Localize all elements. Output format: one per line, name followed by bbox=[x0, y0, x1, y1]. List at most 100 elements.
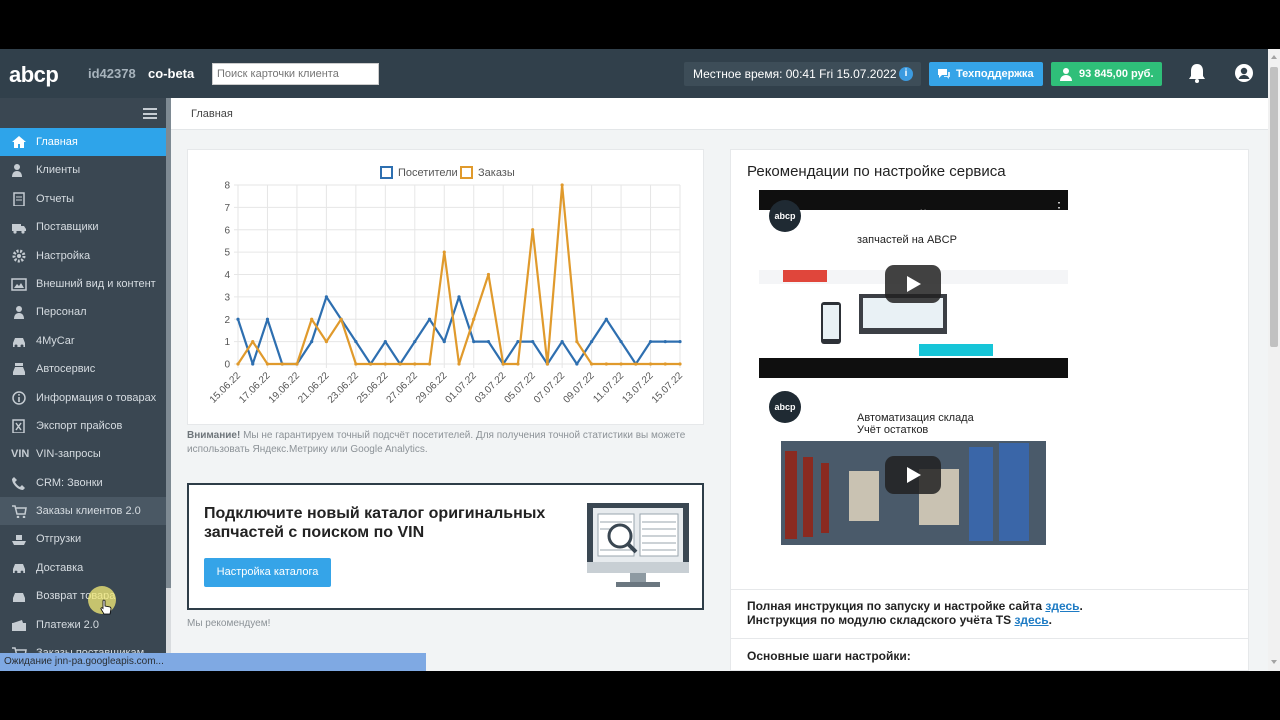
channel-avatar-2[interactable]: abcp bbox=[769, 391, 801, 423]
autoservice-icon bbox=[13, 363, 25, 376]
data-point bbox=[354, 340, 358, 344]
local-time-text: Местное время: 00:41 Fri 15.07.2022 bbox=[693, 67, 897, 81]
data-point bbox=[678, 362, 682, 366]
sidebar-item-9[interactable]: Автосервис bbox=[0, 355, 166, 383]
stats-warning: Внимание! Мы не гарантируем точный подсч… bbox=[187, 429, 704, 457]
visitors-orders-chart: 0 1 2 3 4 5 6 7 8 15.06.2217.06.2219.06.2221.06.2… bbox=[208, 166, 686, 406]
data-point bbox=[427, 317, 432, 321]
bell-icon[interactable] bbox=[1186, 62, 1208, 84]
logo[interactable]: abcp bbox=[9, 62, 59, 88]
data-point bbox=[265, 317, 270, 321]
data-point bbox=[457, 295, 461, 299]
sidebar-scroll-thumb[interactable] bbox=[166, 98, 171, 588]
more-options-icon[interactable]: ⋮ bbox=[1052, 200, 1066, 214]
y-tick-label: 1 bbox=[224, 337, 230, 348]
x-tick-label: 15.06.22 bbox=[208, 370, 244, 406]
sidebar-item-2[interactable]: Клиенты bbox=[0, 156, 166, 184]
data-point bbox=[251, 362, 255, 366]
sidebar-item-7[interactable]: Персонал bbox=[0, 298, 166, 326]
catalog-settings-button[interactable]: Настройка каталога bbox=[204, 558, 331, 587]
sidebar-item-1[interactable]: Главная bbox=[0, 128, 166, 157]
data-point bbox=[648, 362, 653, 366]
browser-status-bar: Ожидание jnn-pa.googleapis.com... bbox=[0, 653, 426, 671]
instr-ts: Инструкция по модулю складского учёта TS bbox=[747, 613, 1012, 627]
data-point bbox=[324, 340, 328, 344]
data-point bbox=[590, 362, 594, 366]
excel-icon bbox=[12, 419, 25, 433]
sidebar-item-10[interactable]: Информация о товарах bbox=[0, 384, 166, 412]
scroll-down-icon[interactable] bbox=[1271, 660, 1277, 664]
instr-site-link[interactable]: здесь bbox=[1045, 599, 1079, 613]
sidebar-item-8[interactable]: 4MyCar bbox=[0, 327, 166, 355]
sidebar-item-16[interactable]: Доставка bbox=[0, 554, 166, 582]
payments-icon bbox=[12, 619, 26, 631]
sidebar-item-15[interactable]: Отгрузки bbox=[0, 525, 166, 553]
recommendations-title: Рекомендации по настройке сервиса bbox=[747, 163, 1006, 180]
scroll-up-icon[interactable] bbox=[1271, 55, 1277, 59]
data-point bbox=[413, 340, 417, 344]
sidebar-item-17[interactable]: Возврат товара bbox=[0, 582, 166, 610]
sidebar-item-label: Настройка bbox=[36, 249, 91, 262]
legend-swatch-2 bbox=[460, 166, 473, 179]
data-point bbox=[604, 362, 608, 366]
y-tick-label: 7 bbox=[224, 203, 230, 214]
x-tick-label: 21.06.22 bbox=[296, 370, 332, 406]
sidebar-item-14[interactable]: Заказы клиентов 2.0 bbox=[0, 497, 166, 526]
account-icon[interactable] bbox=[1234, 63, 1254, 83]
x-tick-label: 15.07.22 bbox=[650, 370, 686, 406]
data-point bbox=[516, 340, 520, 344]
instr-ts-link[interactable]: здесь bbox=[1014, 613, 1048, 627]
divider bbox=[731, 638, 1248, 639]
data-point bbox=[472, 317, 476, 321]
page-scrollbar[interactable] bbox=[1268, 49, 1280, 671]
play-icon[interactable] bbox=[885, 265, 941, 303]
sidebar-scrollbar[interactable] bbox=[166, 98, 171, 671]
balance-button[interactable]: 93 845,00 руб. bbox=[1051, 62, 1162, 86]
data-point bbox=[398, 362, 402, 366]
video-player-2[interactable]: abcp ABCP TS Автоматизация ск... Автомат… bbox=[759, 381, 1068, 569]
data-point bbox=[413, 362, 417, 366]
data-point bbox=[324, 295, 328, 299]
data-point bbox=[663, 340, 667, 344]
visitors-chart-panel: 0 1 2 3 4 5 6 7 8 15.06.22 17.06.22 19.06.22 21.06.2… bbox=[187, 149, 704, 425]
sidebar-item-13[interactable]: CRM: Звонки bbox=[0, 469, 166, 497]
support-label: Техподдержка bbox=[956, 68, 1034, 80]
sidebar-item-label: Клиенты bbox=[36, 164, 81, 177]
info-icon[interactable]: i bbox=[899, 67, 913, 81]
x-tick-label: 07.07.22 bbox=[532, 370, 568, 406]
sidebar-item-12[interactable]: VIN VIN-запросы bbox=[0, 440, 166, 468]
video-title-1[interactable]: Как запустить сайт по прод... bbox=[811, 207, 1036, 223]
scrollbar-thumb[interactable] bbox=[1270, 67, 1278, 347]
play-icon[interactable] bbox=[885, 456, 941, 494]
data-point bbox=[678, 340, 682, 344]
sidebar-item-3[interactable]: Отчеты bbox=[0, 185, 166, 213]
data-point bbox=[545, 362, 549, 366]
data-point bbox=[560, 183, 564, 187]
sidebar-item-5[interactable]: Настройка bbox=[0, 242, 166, 270]
support-button[interactable]: Техподдержка bbox=[929, 62, 1043, 86]
breadcrumb[interactable]: Главная bbox=[171, 98, 1268, 130]
x-tick-label: 25.06.22 bbox=[355, 370, 391, 406]
data-point bbox=[265, 362, 270, 366]
warning-text: Мы не гарантируем точный подсчёт посетит… bbox=[187, 430, 686, 455]
data-point bbox=[604, 317, 608, 321]
sidebar-item-11[interactable]: Экспорт прайсов bbox=[0, 412, 166, 440]
x-tick-label: 23.06.22 bbox=[326, 370, 362, 406]
legend-swatch-1 bbox=[380, 166, 393, 179]
data-point bbox=[501, 362, 505, 366]
sidebar-item-18[interactable]: Платежи 2.0 bbox=[0, 611, 166, 639]
sidebar-item-6[interactable]: Внешний вид и контент bbox=[0, 270, 166, 298]
shipment-icon bbox=[12, 535, 26, 546]
data-point bbox=[619, 362, 623, 366]
channel-avatar-1[interactable]: abcp bbox=[769, 200, 801, 232]
y-tick-label: 0 bbox=[224, 360, 230, 371]
video-player-1[interactable]: abcp Как запустить сайт по прод... запча… bbox=[759, 190, 1068, 378]
menu-toggle-icon[interactable] bbox=[143, 108, 157, 119]
monitor-search-icon bbox=[587, 503, 689, 587]
more-options-icon[interactable]: ⋮ bbox=[1052, 391, 1066, 405]
data-point bbox=[457, 362, 461, 366]
series-line-1 bbox=[236, 295, 680, 366]
client-search-input[interactable] bbox=[212, 63, 379, 85]
sidebar-item-4[interactable]: Поставщики bbox=[0, 213, 166, 241]
sidebar-item-label: Главная bbox=[36, 136, 78, 148]
